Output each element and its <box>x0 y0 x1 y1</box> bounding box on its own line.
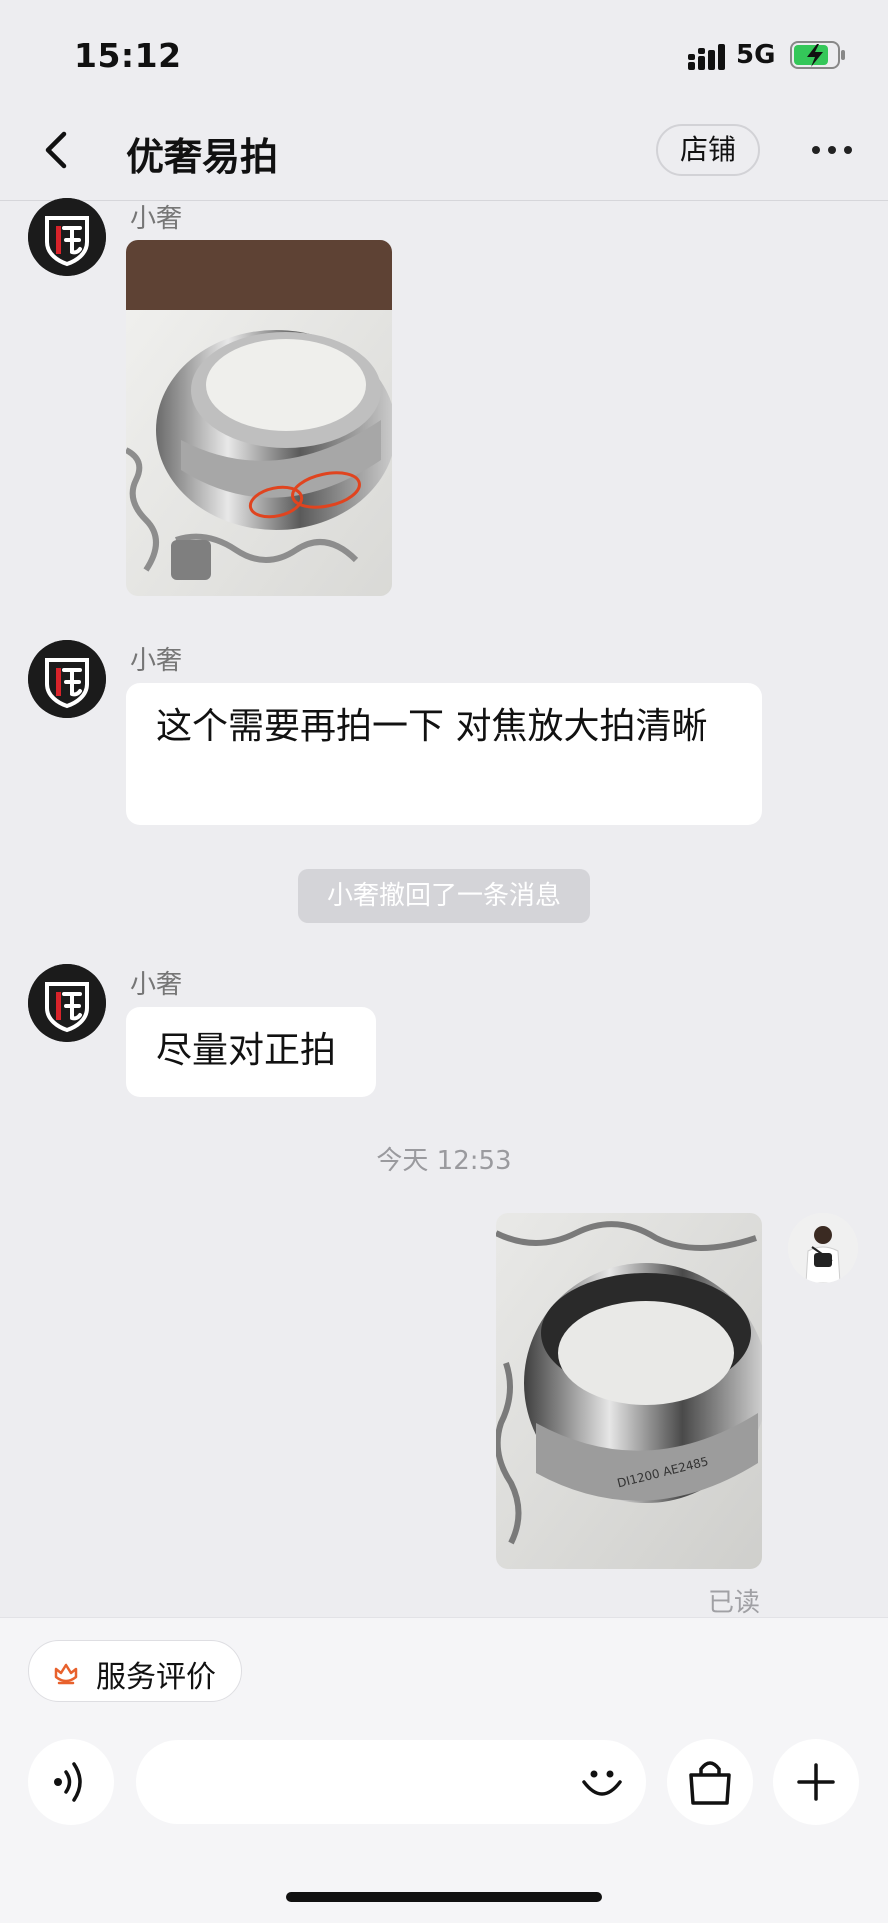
flower-icon <box>54 1663 78 1685</box>
status-time: 15:12 <box>74 36 182 75</box>
add-button[interactable] <box>773 1739 859 1825</box>
cellular-signal-icon <box>688 44 725 70</box>
shop-avatar[interactable] <box>28 198 106 276</box>
battery-charging-icon <box>790 41 845 69</box>
emoji-icon[interactable] <box>576 1756 628 1808</box>
text-message[interactable]: 尽量对正拍 <box>126 1007 376 1097</box>
shop-button[interactable]: 店铺 <box>656 124 760 176</box>
voice-button[interactable] <box>28 1739 114 1825</box>
sender-name: 小奢 <box>130 970 183 1000</box>
message-input[interactable] <box>136 1740 646 1824</box>
more-dots-icon[interactable] <box>808 140 856 160</box>
back-arrow-icon[interactable] <box>36 128 76 172</box>
shop-avatar[interactable] <box>28 640 106 718</box>
ring-photo: DI1200 AE2485 <box>496 1213 762 1569</box>
home-indicator <box>286 1892 602 1902</box>
voice-icon <box>54 1762 82 1802</box>
user-photo <box>788 1213 858 1283</box>
network-type: 5G <box>736 40 776 70</box>
sender-name: 小奢 <box>130 646 183 676</box>
shop-logo-icon <box>28 640 106 718</box>
image-message[interactable] <box>126 240 392 596</box>
plus-icon <box>797 1763 835 1801</box>
shopping-bag-button[interactable] <box>667 1739 753 1825</box>
timestamp: 今天 12:53 <box>376 1146 512 1176</box>
chat-title: 优奢易拍 <box>126 135 279 179</box>
shopping-bag-icon <box>689 1761 731 1805</box>
read-status: 已读 <box>708 1588 761 1618</box>
ring-photo <box>126 240 392 596</box>
text-message[interactable]: 这个需要再拍一下 对焦放大拍清晰 <box>126 683 762 825</box>
shop-logo-icon <box>28 964 106 1042</box>
user-avatar[interactable] <box>788 1213 858 1283</box>
recall-notice: 小奢撤回了一条消息 <box>298 869 590 923</box>
shop-logo-icon <box>28 198 106 276</box>
sender-name: 小奢 <box>130 204 183 234</box>
image-message[interactable]: DI1200 AE2485 <box>496 1213 762 1569</box>
shop-avatar[interactable] <box>28 964 106 1042</box>
service-rating-label: 服务评价 <box>96 1660 216 1695</box>
